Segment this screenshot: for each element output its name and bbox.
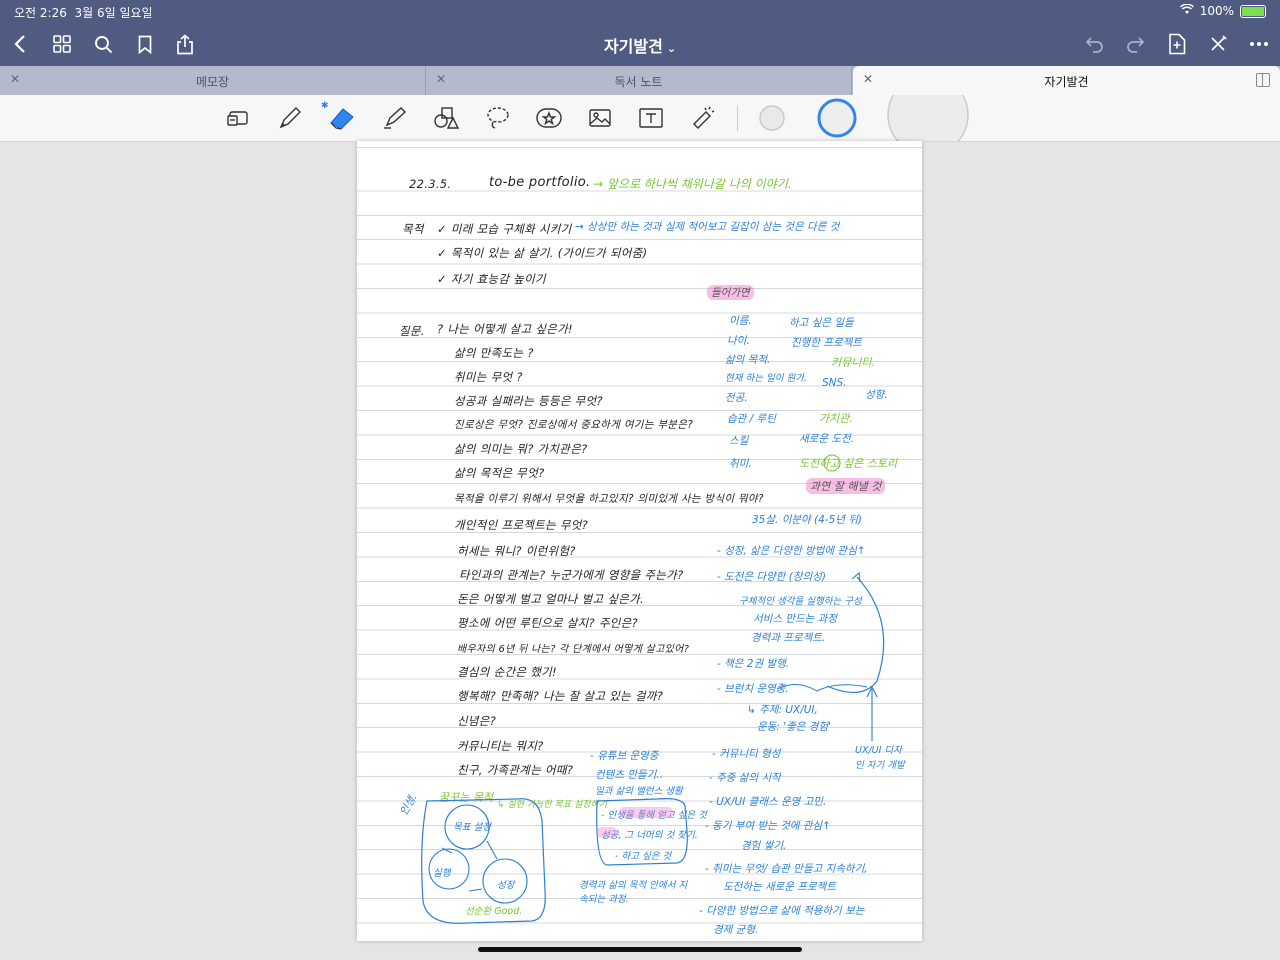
eraser-size-small[interactable] <box>757 103 787 133</box>
tab-bar: ✕ 메모장 ✕ 독서 노트 ✕ 자기발견 <box>0 66 1280 96</box>
lasso-icon[interactable] <box>483 103 513 133</box>
zoom-box-icon[interactable] <box>223 103 253 133</box>
tab-memo[interactable]: ✕ 메모장 <box>0 66 426 95</box>
shapes-icon[interactable] <box>431 103 461 133</box>
tool-bar: ✱ <box>0 95 1280 142</box>
more-icon[interactable] <box>1246 31 1272 57</box>
eraser-size-large[interactable] <box>886 95 970 141</box>
redo-icon[interactable] <box>1122 31 1148 57</box>
wifi-icon <box>1179 3 1194 18</box>
status-time: 오전 2:26 3월 6일 일요일 <box>14 6 153 20</box>
sticker-icon[interactable] <box>534 103 564 133</box>
status-bar: 오전 2:26 3월 6일 일요일 100% <box>0 0 1280 22</box>
battery-percent: 100% <box>1199 4 1234 18</box>
undo-icon[interactable] <box>1082 31 1108 57</box>
chevron-down-icon: ⌄ <box>666 42 677 55</box>
add-page-icon[interactable] <box>1164 31 1190 57</box>
text-icon[interactable] <box>636 103 666 133</box>
close-pen-icon[interactable] <box>1205 31 1231 57</box>
status-date: 3월 6일 일요일 <box>74 6 153 20</box>
pen-icon[interactable] <box>275 103 305 133</box>
battery-icon <box>1240 4 1266 18</box>
note-page[interactable]: 22.3.5. to-be portfolio. → 앞으로 하나씩 채워나갈 … <box>357 141 922 941</box>
home-indicator <box>478 947 802 952</box>
tab-label: 메모장 <box>195 75 230 89</box>
laser-icon[interactable] <box>688 103 718 133</box>
tab-reading-notes[interactable]: ✕ 독서 노트 <box>426 66 852 95</box>
app-header: 오전 2:26 3월 6일 일요일 100% 자기발견 ⌄ <box>0 0 1280 66</box>
eraser-icon[interactable] <box>327 103 357 133</box>
tab-label: 독서 노트 <box>614 75 663 89</box>
eraser-size-medium[interactable] <box>815 96 859 140</box>
tab-label: 자기발견 <box>1044 75 1089 89</box>
tab-self-discovery[interactable]: ✕ 자기발견 <box>853 66 1280 96</box>
ink-strokes <box>421 454 885 924</box>
toolbar-divider <box>737 105 738 131</box>
highlighter-icon[interactable] <box>379 103 409 133</box>
split-view-icon[interactable] <box>1256 73 1270 87</box>
image-icon[interactable] <box>585 103 615 133</box>
nav-bar: 자기발견 ⌄ <box>0 22 1280 66</box>
